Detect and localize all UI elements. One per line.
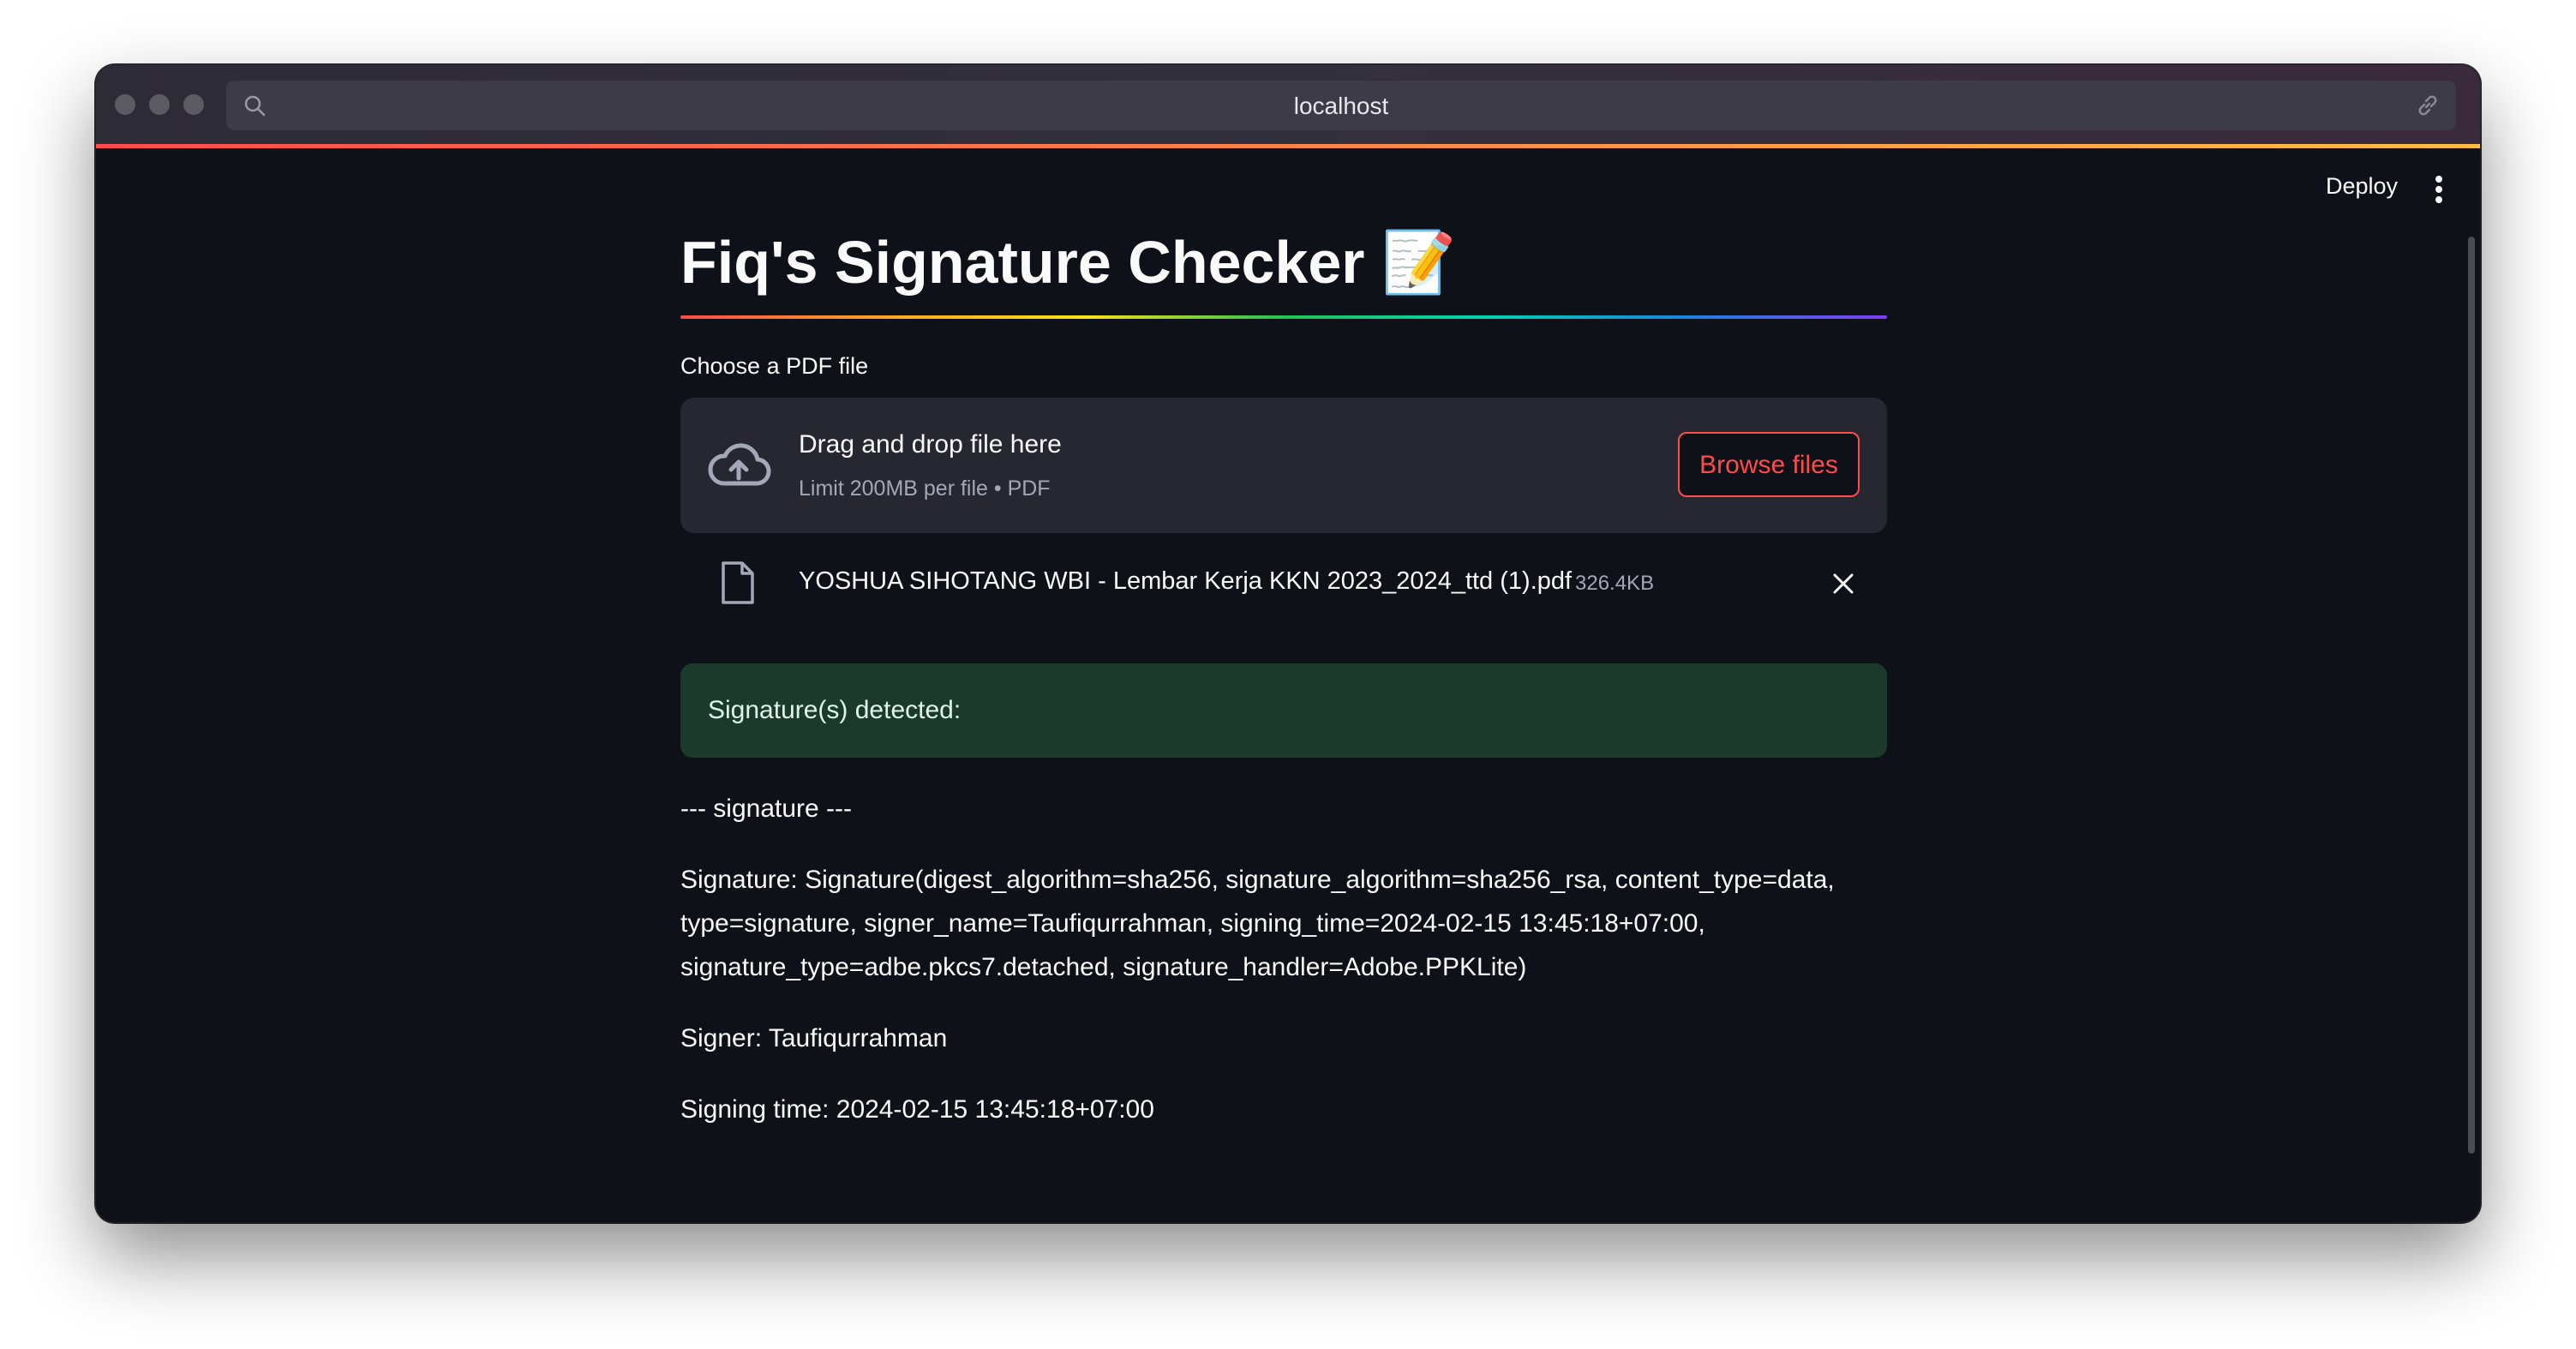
- header-decoration-bar: [96, 144, 2480, 148]
- url-text: localhost: [1293, 93, 1389, 119]
- uploaded-file-name: YOSHUA SIHOTANG WBI - Lembar Kerja KKN 2…: [799, 567, 1573, 595]
- browser-window: localhost Deploy Fiq's Signature Checker…: [96, 65, 2480, 1222]
- browser-titlebar: localhost: [96, 65, 2480, 144]
- page-title: Fiq's Signature Checker 📝: [680, 229, 1457, 296]
- link-icon[interactable]: [2415, 93, 2441, 118]
- signing-time-line: Signing time: 2024-02-15 13:45:18+07:00: [680, 1095, 1154, 1124]
- close-icon[interactable]: [1830, 571, 1856, 597]
- minimize-window-button[interactable]: [149, 94, 170, 115]
- signer-line: Signer: Taufiqurrahman: [680, 1024, 948, 1052]
- cloud-upload-icon: [708, 443, 771, 486]
- deploy-button[interactable]: Deploy: [2326, 173, 2398, 200]
- address-bar[interactable]: localhost: [226, 81, 2456, 130]
- success-alert: Signature(s) detected:: [680, 663, 1887, 758]
- browse-files-button[interactable]: Browse files: [1678, 432, 1860, 497]
- file-dropzone[interactable]: Drag and drop file here Limit 200MB per …: [680, 398, 1887, 533]
- uploader-label: Choose a PDF file: [680, 353, 869, 379]
- dropzone-instructions: Drag and drop file here: [799, 430, 1062, 459]
- dropzone-limit: Limit 200MB per file • PDF: [799, 477, 1051, 501]
- main-menu-icon[interactable]: [2430, 173, 2447, 204]
- title-divider: [680, 315, 1887, 319]
- signature-details: Signature: Signature(digest_algorithm=sh…: [680, 866, 1835, 981]
- close-window-button[interactable]: [115, 94, 135, 115]
- scrollbar[interactable]: [2468, 237, 2475, 1154]
- uploaded-file-size: 326.4KB: [1575, 572, 1655, 595]
- file-icon: [722, 561, 754, 604]
- zoom-window-button[interactable]: [183, 94, 204, 115]
- uploaded-file-row: YOSHUA SIHOTANG WBI - Lembar Kerja KKN 2…: [680, 559, 1887, 609]
- signature-section-header: --- signature ---: [680, 794, 853, 823]
- main-content: Fiq's Signature Checker 📝 Choose a PDF f…: [680, 219, 1887, 1131]
